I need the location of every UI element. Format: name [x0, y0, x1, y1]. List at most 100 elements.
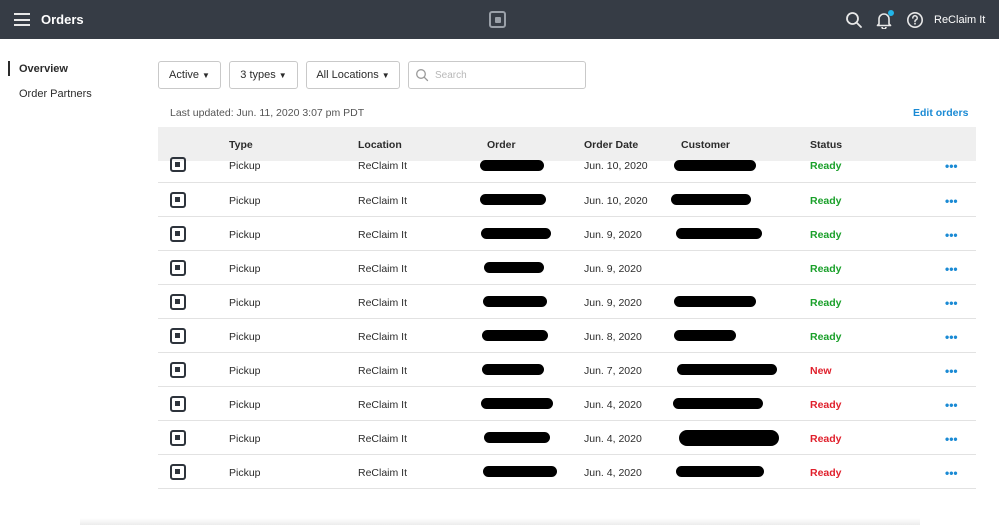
status-badge: Ready — [810, 195, 842, 207]
order-type: Pickup — [229, 195, 261, 207]
order-location: ReClaim It — [358, 331, 408, 343]
order-date: Jun. 4, 2020 — [584, 467, 642, 479]
more-actions-icon[interactable]: ••• — [945, 466, 958, 480]
order-type: Pickup — [229, 297, 261, 309]
more-actions-icon[interactable]: ••• — [945, 330, 958, 344]
order-location: ReClaim It — [358, 365, 408, 377]
order-date: Jun. 7, 2020 — [584, 365, 642, 377]
table-row[interactable]: Pickup ReClaim It Jun. 8, 2020 Ready ••• — [158, 319, 976, 353]
table-row[interactable]: Pickup ReClaim It Jun. 9, 2020 Ready ••• — [158, 285, 976, 319]
square-register-icon — [170, 260, 186, 276]
order-date: Jun. 9, 2020 — [584, 229, 642, 241]
order-location: ReClaim It — [358, 399, 408, 411]
redacted-customer-name — [674, 160, 756, 171]
order-type: Pickup — [229, 467, 261, 479]
more-actions-icon[interactable]: ••• — [945, 296, 958, 310]
redacted-customer-name — [673, 398, 763, 409]
redacted-order-id — [481, 228, 551, 239]
square-logo-icon[interactable] — [489, 11, 506, 28]
type-filter-button[interactable]: 3 types ▼ — [229, 61, 298, 89]
table-row[interactable]: Pickup ReClaim It Jun. 9, 2020 Ready ••• — [158, 217, 976, 251]
status-badge: New — [810, 365, 832, 377]
sidebar-item-overview[interactable]: Overview — [19, 63, 68, 75]
order-date: Jun. 10, 2020 — [584, 195, 648, 207]
order-location: ReClaim It — [358, 433, 408, 445]
status-badge: Ready — [810, 263, 842, 275]
redacted-order-id — [480, 160, 544, 171]
more-actions-icon[interactable]: ••• — [945, 432, 958, 446]
type-filter-label: 3 types — [240, 69, 276, 81]
order-date: Jun. 8, 2020 — [584, 331, 642, 343]
table-row[interactable]: Pickup ReClaim It Jun. 9, 2020 Ready ••• — [158, 251, 976, 285]
chevron-down-icon: ▼ — [381, 70, 390, 80]
table-row[interactable]: Pickup ReClaim It Jun. 4, 2020 Ready ••• — [158, 387, 976, 421]
redacted-order-id — [480, 194, 546, 205]
order-type: Pickup — [229, 229, 261, 241]
chevron-down-icon: ▼ — [278, 70, 287, 80]
more-actions-icon[interactable]: ••• — [945, 364, 958, 378]
square-register-icon — [170, 157, 186, 172]
column-header-status[interactable]: Status — [810, 139, 842, 151]
order-location: ReClaim It — [358, 229, 408, 241]
redacted-order-id — [482, 364, 544, 375]
square-register-icon — [170, 430, 186, 446]
more-actions-icon[interactable]: ••• — [945, 159, 958, 173]
help-icon[interactable] — [906, 11, 924, 29]
hamburger-icon[interactable] — [14, 13, 30, 26]
square-register-icon — [170, 396, 186, 412]
square-register-icon — [170, 294, 186, 310]
order-type: Pickup — [229, 263, 261, 275]
order-type: Pickup — [229, 399, 261, 411]
order-location: ReClaim It — [358, 263, 408, 275]
table-row[interactable]: Pickup ReClaim It Jun. 4, 2020 Ready ••• — [158, 455, 976, 489]
column-header-type[interactable]: Type — [229, 139, 253, 151]
column-header-location[interactable]: Location — [358, 139, 402, 151]
sidebar-item-order-partners[interactable]: Order Partners — [19, 88, 92, 100]
edit-orders-link[interactable]: Edit orders — [913, 107, 968, 119]
search-icon — [416, 69, 429, 82]
redacted-order-id — [483, 296, 547, 307]
page-bottom-shadow — [80, 518, 920, 525]
order-type: Pickup — [229, 331, 261, 343]
more-actions-icon[interactable]: ••• — [945, 194, 958, 208]
status-badge: Ready — [810, 331, 842, 343]
status-badge: Ready — [810, 467, 842, 479]
order-date: Jun. 10, 2020 — [584, 160, 648, 172]
square-register-icon — [170, 362, 186, 378]
square-register-icon — [170, 226, 186, 242]
table-header: Type Location Order Order Date Customer … — [158, 127, 976, 161]
account-name[interactable]: ReClaim It — [934, 14, 985, 26]
redacted-customer-name — [671, 194, 751, 205]
search-input[interactable] — [435, 67, 580, 83]
redacted-customer-name — [676, 466, 764, 477]
redacted-order-id — [482, 330, 548, 341]
more-actions-icon[interactable]: ••• — [945, 398, 958, 412]
order-type: Pickup — [229, 160, 261, 172]
table-row[interactable]: Pickup ReClaim It Jun. 10, 2020 Ready ••• — [158, 157, 976, 183]
notification-dot — [888, 10, 894, 16]
column-header-order-date[interactable]: Order Date — [584, 139, 638, 151]
square-register-icon — [170, 464, 186, 480]
column-header-customer[interactable]: Customer — [681, 139, 730, 151]
status-filter-button[interactable]: Active ▼ — [158, 61, 221, 89]
column-header-order[interactable]: Order — [487, 139, 516, 151]
status-badge: Ready — [810, 433, 842, 445]
location-filter-label: All Locations — [316, 69, 379, 81]
order-location: ReClaim It — [358, 195, 408, 207]
last-updated-text: Last updated: Jun. 11, 2020 3:07 pm PDT — [170, 107, 365, 119]
redacted-order-id — [481, 398, 553, 409]
more-actions-icon[interactable]: ••• — [945, 228, 958, 242]
status-filter-label: Active — [169, 69, 200, 81]
table-row[interactable]: Pickup ReClaim It Jun. 10, 2020 Ready ••• — [158, 183, 976, 217]
location-filter-button[interactable]: All Locations ▼ — [306, 61, 400, 89]
top-bar: Orders ReClaim It — [0, 0, 999, 39]
redacted-order-id — [484, 262, 544, 273]
order-location: ReClaim It — [358, 467, 408, 479]
square-register-icon — [170, 192, 186, 208]
order-location: ReClaim It — [358, 297, 408, 309]
more-actions-icon[interactable]: ••• — [945, 262, 958, 276]
table-row[interactable]: Pickup ReClaim It Jun. 4, 2020 Ready ••• — [158, 421, 976, 455]
table-row[interactable]: Pickup ReClaim It Jun. 7, 2020 New ••• — [158, 353, 976, 387]
search-box[interactable] — [408, 61, 586, 89]
search-icon[interactable] — [845, 11, 863, 29]
